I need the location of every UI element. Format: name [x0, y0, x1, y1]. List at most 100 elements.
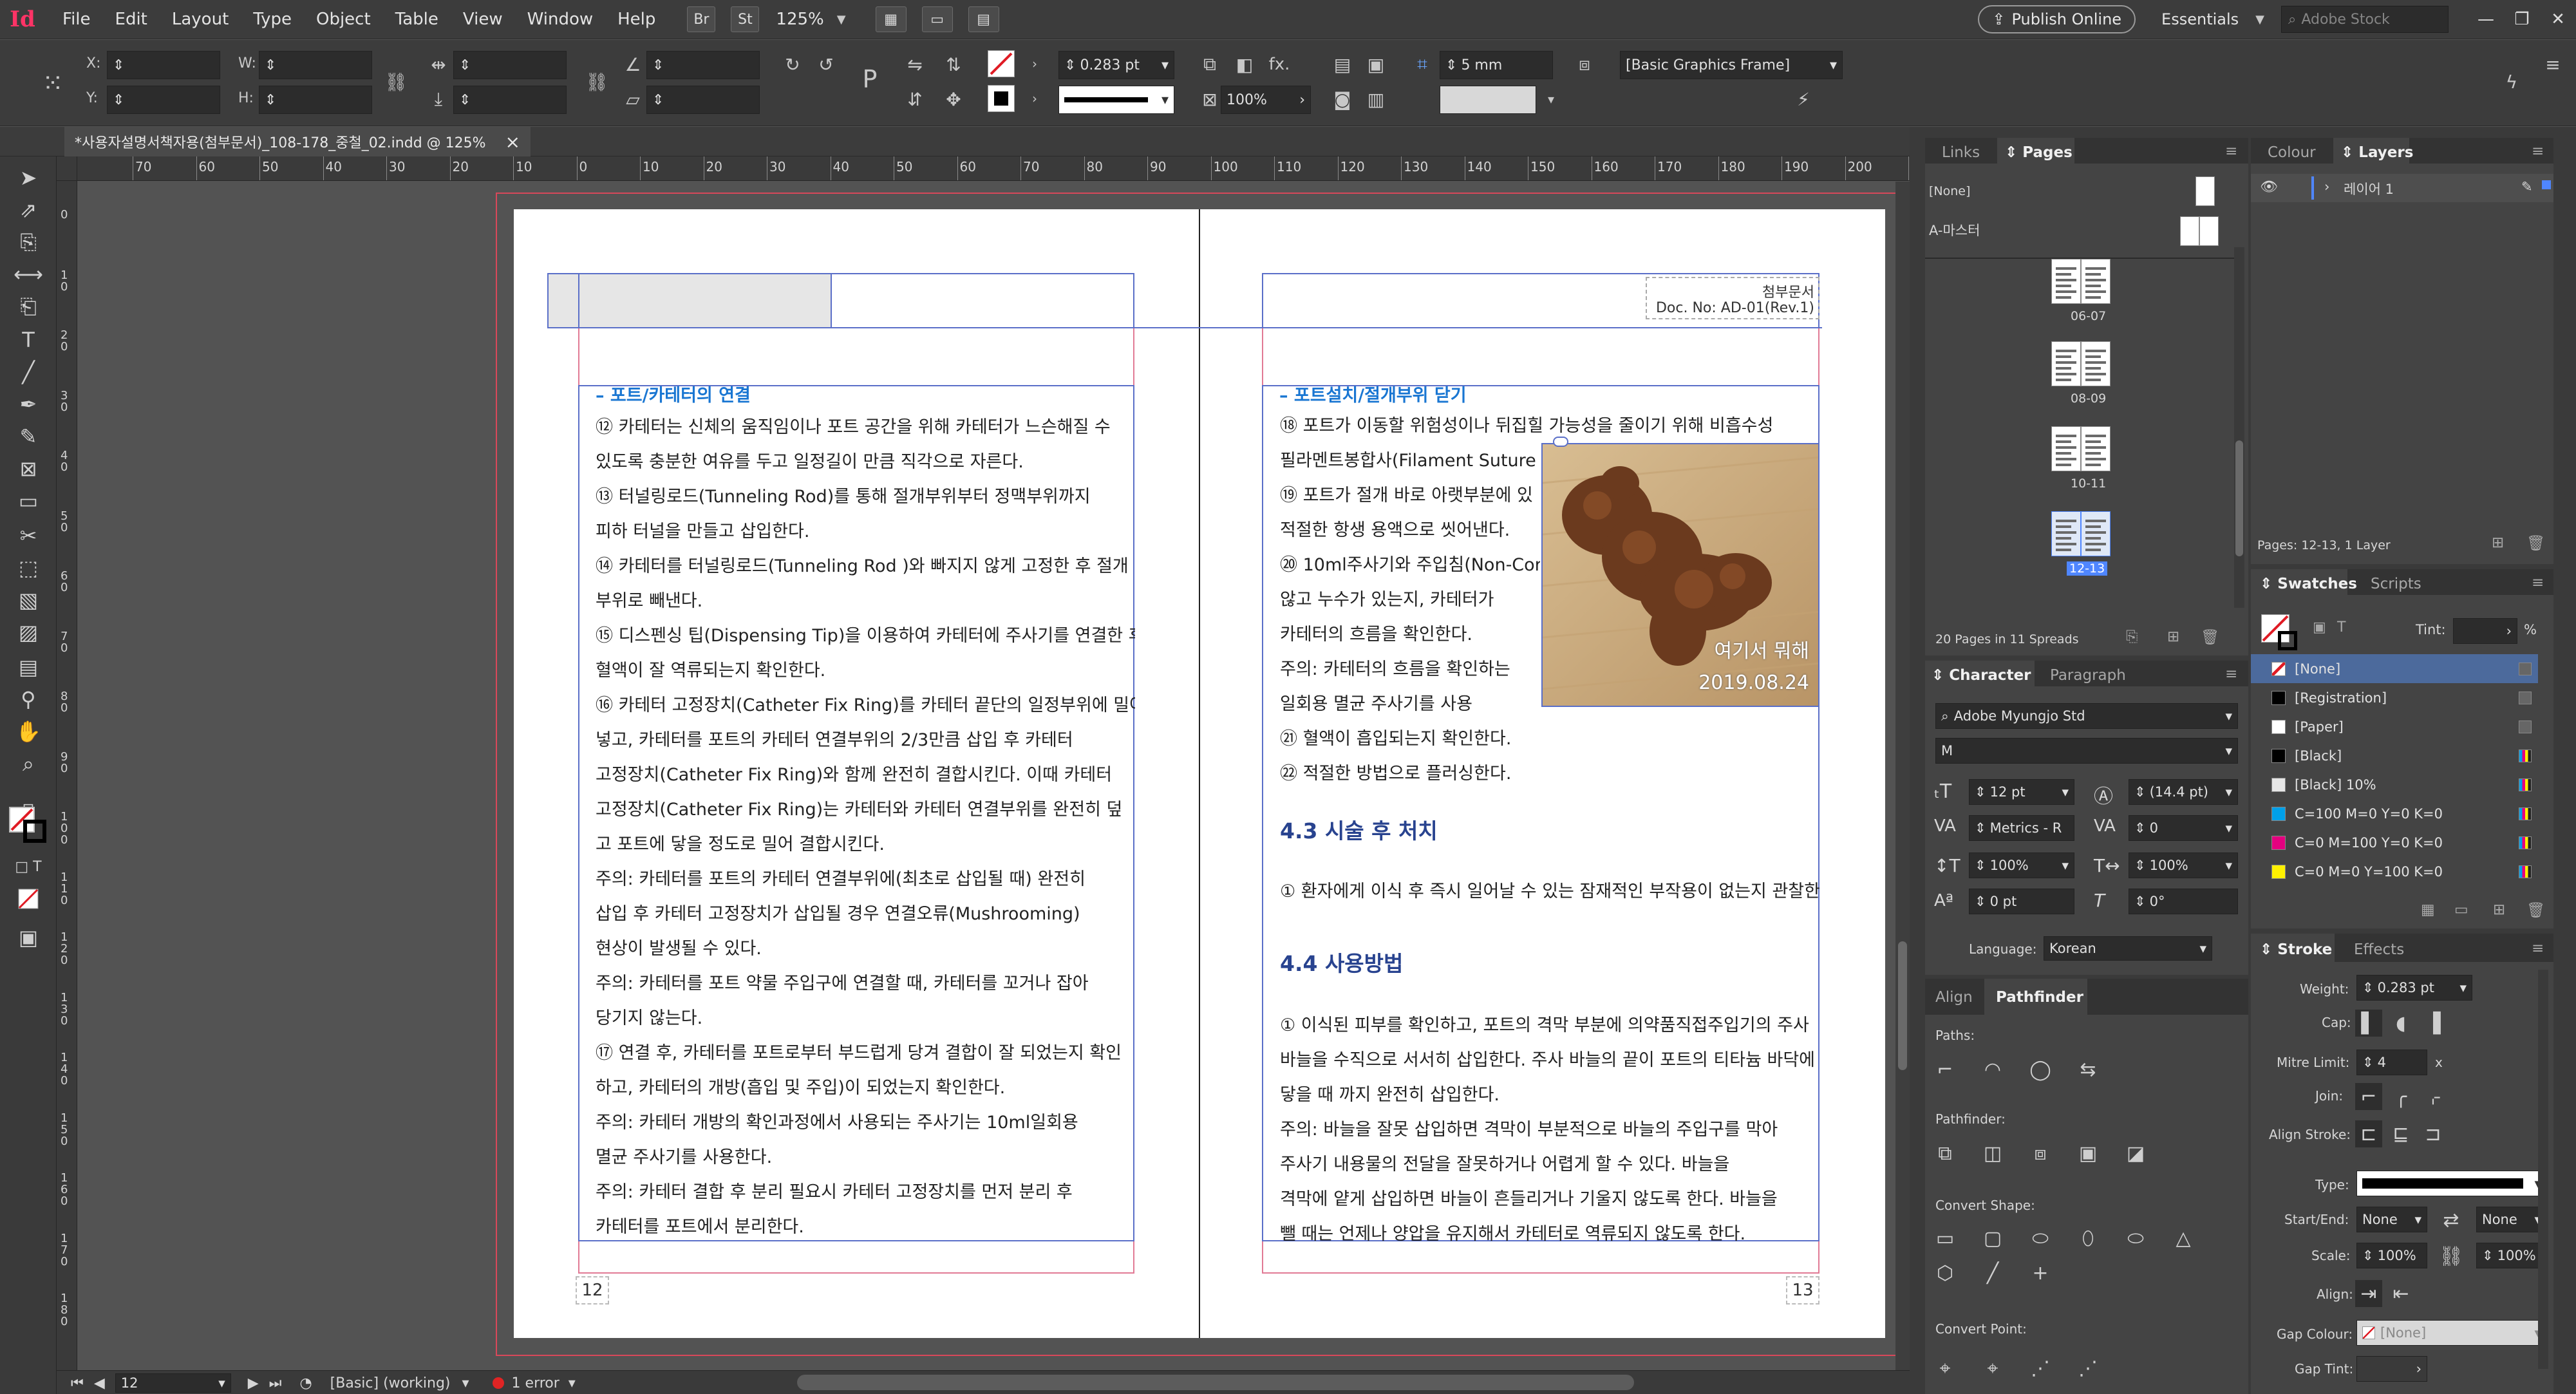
spread-thumb-page[interactable]	[2051, 511, 2081, 556]
font-style-field[interactable]: M ▾	[1935, 738, 2238, 764]
convert-line-icon[interactable]: ╱	[1979, 1259, 2006, 1286]
document-vertical-scrollbar[interactable]	[1895, 182, 1910, 1370]
scale-end-field[interactable]: ⇕ 100%	[2476, 1243, 2547, 1268]
align-tab[interactable]: Align	[1935, 989, 1973, 1006]
first-page-icon[interactable]: ⏮	[71, 1375, 84, 1391]
base-style-chevron-icon[interactable]: ▾	[462, 1375, 469, 1391]
spread-thumb-page[interactable]	[2081, 259, 2111, 304]
a-master-thumb-left[interactable]	[2180, 216, 2199, 246]
effects-tab[interactable]: Effects	[2354, 941, 2404, 958]
delete-swatch-icon[interactable]: 🗑	[2526, 901, 2545, 919]
preflight-chevron-icon[interactable]: ▾	[569, 1375, 576, 1391]
scale-start-field[interactable]: ⇕ 100%	[2356, 1243, 2427, 1268]
intersect-shape-icon[interactable]: ⧈	[2027, 1140, 2054, 1167]
document-vertical-scroll-thumb[interactable]	[1898, 941, 1907, 1070]
new-page-icon[interactable]: ⊞	[2167, 628, 2179, 645]
subtract-shape-icon[interactable]: ◫	[1979, 1140, 2006, 1167]
a-master-thumb-right[interactable]	[2199, 216, 2219, 246]
delete-layer-icon[interactable]: 🗑	[2526, 534, 2545, 552]
spread-thumb-page[interactable]	[2081, 426, 2111, 471]
convert-polygon-icon[interactable]: ⬡	[1932, 1259, 1959, 1286]
layer-name[interactable]: 레이어 1	[2344, 179, 2394, 198]
pages-scroll-thumb[interactable]	[2235, 440, 2243, 556]
doc-header-box[interactable]: 첨부문서 Doc. No: AD-01(Rev.1)	[1646, 277, 1819, 319]
swatch-row[interactable]: C=0 M=100 Y=0 K=0	[2251, 828, 2538, 857]
colour-tab[interactable]: Colour	[2268, 144, 2316, 161]
close-path-icon[interactable]: ◯	[2027, 1056, 2054, 1083]
delete-page-icon[interactable]: 🗑	[2201, 628, 2219, 646]
preflight-icon[interactable]: ◔	[299, 1375, 312, 1391]
paragraph-tab[interactable]: Paragraph	[2050, 667, 2126, 684]
swatch-stroke-proxy-icon[interactable]	[2278, 631, 2297, 650]
convert-orthogonal-line-icon[interactable]: +	[2027, 1259, 2054, 1286]
plain-point-icon[interactable]: ⌖	[1932, 1355, 1959, 1382]
swatch-row[interactable]: C=0 M=0 Y=100 K=0	[2251, 857, 2538, 886]
new-layer-icon[interactable]: ⊞	[2492, 534, 2504, 551]
gap-tint-field[interactable]: ›	[2356, 1356, 2427, 1382]
spread-label[interactable]: 06-07	[2071, 309, 2106, 323]
baseline-shift-field[interactable]: ⇕ 0 pt	[1969, 889, 2074, 914]
swatch-row[interactable]: [Black]	[2251, 741, 2538, 770]
join-path-icon[interactable]: ⌐	[1932, 1056, 1959, 1083]
link-scale-icon[interactable]: ⛓	[2438, 1243, 2465, 1270]
stroke-panel-scrollbar[interactable]	[2538, 970, 2548, 1369]
end-field[interactable]: None▾	[2476, 1207, 2547, 1232]
scripts-tab[interactable]: Scripts	[2371, 576, 2421, 592]
dog-photo-frame[interactable]: 여기서 뭐해 2019.08.24	[1541, 443, 1819, 707]
stroke-panel-menu-icon[interactable]: ≡	[2532, 940, 2544, 957]
projecting-cap-icon[interactable]: ▐	[2420, 1010, 2447, 1037]
tint-field[interactable]: ›	[2453, 618, 2517, 644]
start-field[interactable]: None ▾	[2356, 1207, 2427, 1232]
layer-expand-icon[interactable]: ›	[2324, 179, 2329, 194]
open-path-icon[interactable]: ◠	[1979, 1056, 2006, 1083]
layer-visibility-eye-icon[interactable]: 👁	[2260, 179, 2278, 195]
spread-thumb-page[interactable]	[2051, 426, 2081, 471]
reverse-path-icon[interactable]: ⇆	[2074, 1056, 2101, 1083]
show-swatches-icon[interactable]: ▦	[2421, 901, 2435, 918]
language-field[interactable]: Korean ▾	[2044, 936, 2212, 961]
pages-panel-menu-icon[interactable]: ≡	[2225, 143, 2237, 160]
corner-point-icon[interactable]: ⌖	[1979, 1355, 2006, 1382]
spread-thumb-page[interactable]	[2081, 511, 2111, 556]
error-count[interactable]: 1 error	[512, 1375, 559, 1391]
swatch-container-icon[interactable]: ▣	[2313, 619, 2326, 636]
page-number-field[interactable]: 12 ▾	[115, 1373, 231, 1393]
bevel-join-icon[interactable]: ⌌	[2420, 1083, 2447, 1110]
vertical-scale-field[interactable]: ⇕ 100% ▾	[1969, 852, 2074, 878]
arrow-extend-icon[interactable]: ⇥	[2355, 1280, 2382, 1307]
swatch-folder-icon[interactable]: ▭	[2454, 901, 2468, 918]
align-stroke-inside-icon[interactable]: ⊑	[2387, 1120, 2414, 1147]
previous-page-icon[interactable]: ◀	[94, 1375, 105, 1391]
character-tab[interactable]: ⇕ Character	[1932, 667, 2031, 684]
tracking-field[interactable]: ⇕ 0 ▾	[2129, 815, 2238, 841]
convert-inverse-rounded-icon[interactable]: ⬯	[2074, 1225, 2101, 1252]
spread-label[interactable]: 08-09	[2071, 391, 2106, 406]
spread-thumb-page[interactable]	[2081, 341, 2111, 386]
arrow-inside-icon[interactable]: ⇤	[2387, 1280, 2414, 1307]
swatches-tab[interactable]: ⇕ Swatches	[2260, 576, 2357, 592]
convert-rounded-rectangle-icon[interactable]: ▢	[1979, 1225, 2006, 1252]
swatches-panel-menu-icon[interactable]: ≡	[2532, 574, 2544, 591]
miter-limit-field[interactable]: ⇕ 4	[2356, 1050, 2427, 1075]
new-swatch-icon[interactable]: ⊞	[2493, 901, 2505, 918]
spread-label[interactable]: 12-13	[2067, 561, 2108, 576]
spread-label[interactable]: 10-11	[2071, 476, 2106, 491]
layers-panel-menu-icon[interactable]: ≡	[2532, 143, 2544, 160]
swatch-row[interactable]: [Registration]	[2251, 683, 2538, 712]
horizontal-scroll-thumb[interactable]	[797, 1375, 1634, 1390]
font-size-field[interactable]: ⇕ 12 pt ▾	[1969, 779, 2074, 805]
convert-triangle-icon[interactable]: △	[2170, 1225, 2197, 1252]
stroke-panel-weight-field[interactable]: ⇕ 0.283 pt ▾	[2356, 975, 2472, 1001]
a-master-label[interactable]: A-마스터	[1929, 220, 1980, 240]
next-page-icon[interactable]: ▶	[248, 1375, 259, 1391]
character-panel-menu-icon[interactable]: ≡	[2225, 666, 2237, 683]
swatch-text-icon[interactable]: T	[2337, 619, 2346, 636]
stroke-tab[interactable]: ⇕ Stroke	[2260, 941, 2332, 958]
stroke-panel-type-field[interactable]: ▾	[2356, 1171, 2547, 1196]
last-page-icon[interactable]: ⏭	[269, 1375, 282, 1391]
swatch-row[interactable]: [None]	[2251, 654, 2538, 683]
spread-thumb-page[interactable]	[2051, 259, 2081, 304]
base-style-label[interactable]: [Basic] (working)	[330, 1375, 451, 1391]
gap-colour-field[interactable]: [None]▾	[2356, 1320, 2547, 1346]
horizontal-scale-field[interactable]: ⇕ 100% ▾	[2129, 852, 2238, 878]
